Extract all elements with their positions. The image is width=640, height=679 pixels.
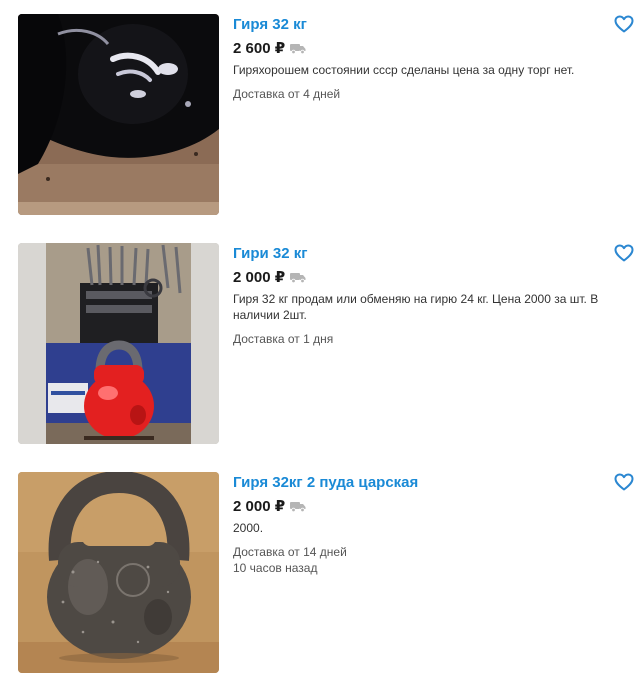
listing-photo-vintage-kettlebell[interactable]: [18, 472, 219, 673]
delivery-truck-icon: [290, 272, 306, 283]
listing-price: 2 000 ₽: [233, 269, 286, 286]
delivery-truck-icon: [290, 43, 306, 54]
posted-time: 10 часов назад: [233, 561, 318, 575]
price-row: 2 000 ₽: [233, 268, 306, 286]
listing-photo-image: [18, 14, 219, 215]
listing-card[interactable]: Гиря 32 кг 2 600 ₽ Гиряхорошем состоянии…: [0, 14, 640, 219]
heart-icon[interactable]: [614, 244, 634, 262]
delivery-info: Доставка от 14 дней: [233, 545, 347, 559]
heart-icon[interactable]: [614, 473, 634, 491]
listing-details: Гиря 32 кг продам или обменяю на гирю 24…: [233, 291, 618, 347]
delivery-truck-icon: [290, 501, 306, 512]
delivery-info: Доставка от 1 дня: [233, 332, 334, 346]
listing-title[interactable]: Гири 32 кг: [233, 245, 308, 262]
listing-details: 2000. Доставка от 14 дней 10 часов назад: [233, 520, 618, 576]
listing-title[interactable]: Гиря 32 кг: [233, 16, 307, 33]
listing-description: Гиряхорошем состоянии ссср сделаны цена …: [233, 63, 575, 77]
heart-icon[interactable]: [614, 15, 634, 33]
listing-photo-black-kettlebell[interactable]: [18, 14, 219, 215]
listing-title[interactable]: Гиря 32кг 2 пуда царская: [233, 474, 418, 491]
delivery-info: Доставка от 4 дней: [233, 87, 341, 101]
price-row: 2 000 ₽: [233, 497, 306, 515]
listing-description: 2000.: [233, 521, 264, 535]
listing-photo-image: [18, 243, 219, 444]
listing-details: Гиряхорошем состоянии ссср сделаны цена …: [233, 62, 618, 102]
listing-card[interactable]: Гиря 32кг 2 пуда царская 2 000 ₽ 2000. Д…: [0, 472, 640, 677]
listing-price: 2 000 ₽: [233, 498, 286, 515]
price-row: 2 600 ₽: [233, 39, 306, 57]
listing-card[interactable]: Гири 32 кг 2 000 ₽ Гиря 32 кг продам или…: [0, 243, 640, 448]
listing-photo-image: [18, 472, 219, 673]
listing-price: 2 600 ₽: [233, 40, 286, 57]
listing-photo-red-kettlebell[interactable]: [18, 243, 219, 444]
listing-description: Гиря 32 кг продам или обменяю на гирю 24…: [233, 292, 599, 322]
